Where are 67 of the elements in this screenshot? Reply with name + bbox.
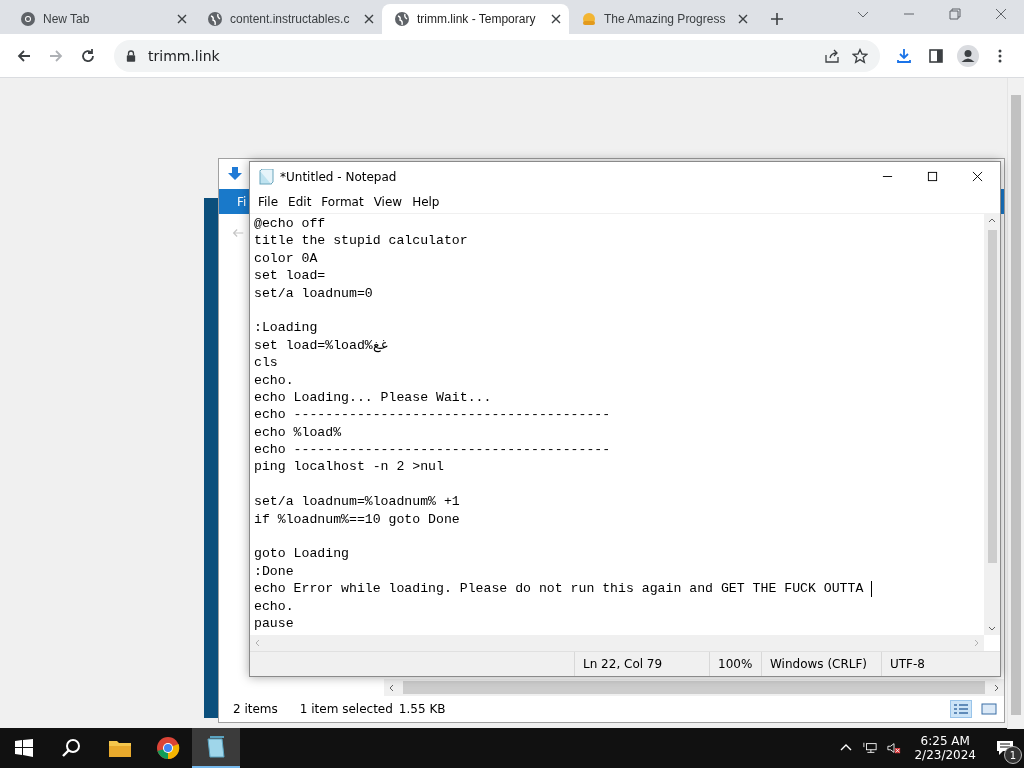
close-icon[interactable] <box>551 14 561 24</box>
code-line: echo %load% <box>254 423 342 442</box>
chrome-icon <box>20 11 36 27</box>
code-line: echo Error while loading. Please do not run this again and GET THE FUCK OUTTA <box>254 580 865 598</box>
notepad-icon <box>258 168 274 185</box>
restore-icon[interactable] <box>949 8 961 20</box>
tiles-view-icon[interactable] <box>978 700 1000 718</box>
code-line: :Loading <box>254 319 318 337</box>
code-line: color 0A <box>254 249 318 268</box>
encoding: UTF-8 <box>881 652 1000 676</box>
browser-tab[interactable]: trimm.link - Temporary <box>382 4 569 34</box>
code-line: ping localhost -n 2 >nul <box>254 458 444 476</box>
scrollbar[interactable] <box>384 679 1004 696</box>
code-line: echo Loading... Please Wait... <box>254 388 492 407</box>
code-line: echo ---------------------------------------- <box>254 441 611 459</box>
address-bar[interactable]: trimm.link <box>114 39 880 72</box>
code-line: set/a loadnum=%loadnum% +1 <box>254 493 460 511</box>
code-line: title the stupid calculator <box>254 232 468 250</box>
code-line: echo. <box>254 597 294 615</box>
menu-item[interactable]: File <box>254 195 285 209</box>
download-arrow-icon <box>227 166 243 182</box>
code-line: goto Loading <box>254 545 349 563</box>
code-line: echo ---------------------------------------- <box>254 406 611 424</box>
code-line: echo. <box>254 371 294 389</box>
code-line: set/a loadnum=0 <box>254 284 373 302</box>
selection-status: 1 item selected <box>299 702 393 716</box>
clock-date[interactable]: 2/23/2024 <box>914 748 976 762</box>
scroll-down-icon[interactable] <box>988 624 996 632</box>
code-line: cls <box>254 354 278 372</box>
window-title: *Untitled - Notepad <box>280 169 397 184</box>
globe-icon <box>207 11 223 27</box>
new-tab-icon[interactable] <box>770 12 784 26</box>
menu-item[interactable]: Format <box>317 195 370 209</box>
selection-size: 1.55 KB <box>398 702 446 716</box>
close-icon[interactable] <box>738 14 748 24</box>
browser-tab[interactable]: The Amazing Progress <box>569 4 756 34</box>
menu-item[interactable]: Edit <box>284 195 318 209</box>
cursor-position: Ln 22, Col 79 <box>574 652 709 676</box>
close-icon[interactable] <box>364 14 374 24</box>
line-endings: Windows (CRLF) <box>761 652 881 676</box>
browser-tab[interactable]: content.instructables.c <box>195 4 382 34</box>
ribbon-tab[interactable]: Fi <box>219 194 250 209</box>
scrollbar[interactable] <box>984 214 1000 635</box>
zoom-level: 100% <box>709 652 761 676</box>
lock-icon <box>126 49 136 62</box>
code-line: @echo off <box>254 215 326 233</box>
notification-count: 1 <box>1004 746 1022 764</box>
browser-tab[interactable]: New Tab <box>8 4 195 34</box>
code-line: pause <box>254 615 294 633</box>
code-line: if %loadnum%==10 goto Done <box>254 510 460 529</box>
text-cursor <box>871 580 873 597</box>
menu-item[interactable]: View <box>369 195 409 209</box>
notepad-icon <box>204 735 228 759</box>
code-line: :Done <box>254 562 294 581</box>
taskbar-app[interactable] <box>192 728 240 768</box>
code-line: set load= <box>254 267 326 285</box>
close-icon[interactable] <box>177 14 187 24</box>
menu-item[interactable]: Help <box>408 195 446 209</box>
code-line: set load=%load%غغ <box>254 336 389 355</box>
scroll-up-icon[interactable] <box>988 217 996 225</box>
scrollbar[interactable] <box>1007 78 1024 729</box>
emoji-icon <box>581 11 597 27</box>
item-count: 2 items <box>233 702 278 716</box>
clock-time[interactable]: 6:25 AM <box>920 734 970 748</box>
details-view-icon[interactable] <box>950 700 972 718</box>
globe-icon <box>394 11 410 27</box>
chrome-icon <box>156 736 180 760</box>
